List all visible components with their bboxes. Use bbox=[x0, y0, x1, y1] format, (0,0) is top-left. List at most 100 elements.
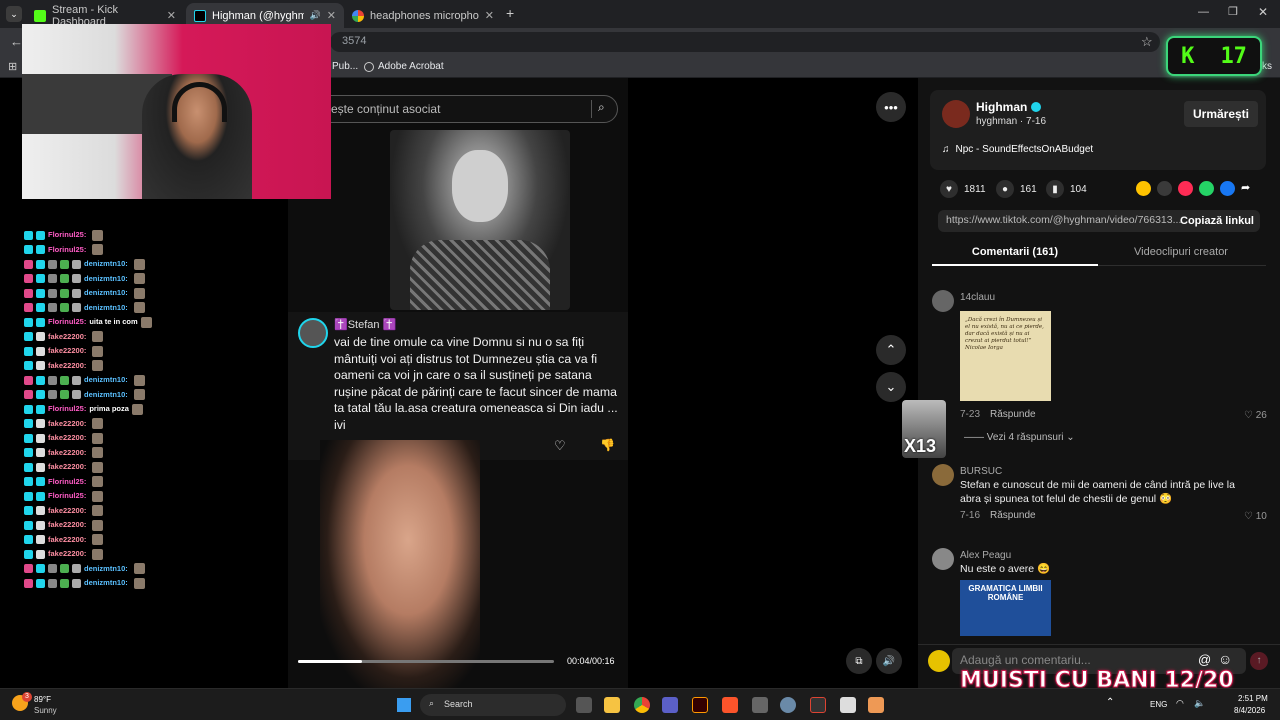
miniplayer-icon[interactable]: ⧉ bbox=[846, 648, 872, 674]
copy-link-button[interactable]: Copiază linkul bbox=[1174, 210, 1260, 232]
saves-stat[interactable]: ▮ 104 bbox=[1046, 180, 1087, 198]
chat-username[interactable]: Florinul25: bbox=[48, 315, 86, 330]
view-replies[interactable]: —— Vezi 4 răspunsuri ⌄ bbox=[964, 432, 1075, 443]
comment-image-quote[interactable]: „Dacă crezi în Dumnezeu și el nu există,… bbox=[960, 311, 1051, 401]
tab-comments[interactable]: Comentarii (161) bbox=[932, 246, 1098, 266]
share-arrow-icon[interactable]: ➦ bbox=[1241, 181, 1250, 196]
bookmark-adobe-acrobat[interactable]: Adobe Acrobat bbox=[364, 61, 444, 72]
chat-username[interactable]: fake22200: bbox=[48, 330, 86, 345]
chrome-icon[interactable] bbox=[634, 697, 650, 713]
chat-username[interactable]: denizmtn10: bbox=[84, 562, 128, 577]
chat-username[interactable]: Florinul25: bbox=[48, 475, 86, 490]
settings-icon[interactable] bbox=[780, 697, 796, 713]
comment-likes[interactable]: ♡ 26 bbox=[1244, 410, 1267, 421]
comment-user[interactable]: BURSUC bbox=[960, 466, 1002, 477]
chat-username[interactable]: fake22200: bbox=[48, 547, 86, 562]
close-window-icon[interactable]: ✕ bbox=[1258, 5, 1268, 19]
chat-username[interactable]: fake22200: bbox=[48, 518, 86, 533]
app-icon[interactable] bbox=[840, 697, 856, 713]
teams-icon[interactable] bbox=[662, 697, 678, 713]
tab-creator-videos[interactable]: Videoclipuri creator bbox=[1098, 246, 1264, 258]
clock-time[interactable]: 2:51 PM bbox=[1238, 694, 1268, 703]
chevron-down-icon[interactable]: ⌄ bbox=[876, 372, 906, 402]
comment-avatar[interactable] bbox=[932, 290, 954, 312]
url-field[interactable]: 3574 bbox=[330, 32, 1160, 52]
new-tab-plus-icon[interactable]: + bbox=[506, 5, 514, 21]
apps-grid-icon[interactable]: ⊞ bbox=[8, 60, 17, 73]
mention-icon[interactable]: @ bbox=[1198, 652, 1211, 667]
windows-start-icon[interactable] bbox=[396, 697, 412, 713]
brave-icon[interactable] bbox=[722, 697, 738, 713]
volume-tray-icon[interactable]: 🔈 bbox=[1194, 698, 1205, 709]
chat-username[interactable]: denizmtn10: bbox=[84, 373, 128, 388]
app-icon[interactable] bbox=[752, 697, 768, 713]
chevron-up-icon[interactable]: ⌃ bbox=[876, 335, 906, 365]
wifi-icon[interactable]: ◠ bbox=[1176, 698, 1184, 709]
close-icon[interactable]: ✕ bbox=[485, 9, 494, 22]
comment-user[interactable]: 14clauu bbox=[960, 292, 995, 303]
chat-username[interactable]: fake22200: bbox=[48, 504, 86, 519]
app-icon[interactable] bbox=[868, 697, 884, 713]
chat-username[interactable]: fake22200: bbox=[48, 359, 86, 374]
dislike-icon[interactable]: 👎 bbox=[600, 438, 615, 452]
send-comment-icon[interactable]: ↑ bbox=[1250, 652, 1268, 670]
taskbar-search[interactable]: ⌕ Search bbox=[420, 694, 566, 716]
comment-image-book[interactable]: GRAMATICA LIMBII ROMÂNE bbox=[960, 580, 1051, 636]
chat-username[interactable]: fake22200: bbox=[48, 431, 86, 446]
comment-avatar[interactable] bbox=[932, 464, 954, 486]
chat-username[interactable]: Florinul25: bbox=[48, 402, 86, 417]
maximize-icon[interactable]: ❐ bbox=[1228, 5, 1238, 18]
file-explorer-icon[interactable] bbox=[604, 697, 620, 713]
search-input[interactable]: ește conținut asociat bbox=[290, 95, 618, 123]
embed-icon[interactable] bbox=[1157, 181, 1172, 196]
whatsapp-icon[interactable] bbox=[1199, 181, 1214, 196]
repost-icon[interactable] bbox=[1136, 181, 1151, 196]
bookmark-star-icon[interactable]: ☆ bbox=[1141, 34, 1153, 50]
minimize-icon[interactable]: — bbox=[1198, 6, 1209, 18]
sticker-icon[interactable] bbox=[928, 650, 950, 672]
comments-stat[interactable]: ● 161 bbox=[996, 180, 1037, 198]
chat-username[interactable]: denizmtn10: bbox=[84, 576, 128, 591]
creator-name[interactable]: Highman bbox=[976, 100, 1042, 114]
reply-link[interactable]: Răspunde bbox=[990, 510, 1036, 521]
task-view-icon[interactable] bbox=[576, 697, 592, 713]
chat-username[interactable]: denizmtn10: bbox=[84, 257, 128, 272]
chat-username[interactable]: fake22200: bbox=[48, 533, 86, 548]
reply-link[interactable]: Răspunde bbox=[990, 409, 1036, 420]
illustrator-icon[interactable] bbox=[692, 697, 708, 713]
chat-username[interactable]: denizmtn10: bbox=[84, 286, 128, 301]
close-icon[interactable]: ✕ bbox=[327, 9, 336, 22]
chat-username[interactable]: denizmtn10: bbox=[84, 388, 128, 403]
tab-google-search[interactable]: headphones microphone not w ✕ bbox=[344, 3, 502, 28]
comment-avatar[interactable] bbox=[932, 548, 954, 570]
close-icon[interactable]: ✕ bbox=[167, 9, 176, 22]
search-icon[interactable]: ⌕ bbox=[591, 100, 609, 118]
following-button[interactable]: Urmărești bbox=[1184, 101, 1258, 127]
more-options-icon[interactable]: ••• bbox=[876, 92, 906, 122]
chat-username[interactable]: Florinul25: bbox=[48, 243, 86, 258]
tray-chevron-icon[interactable]: ⌃ bbox=[1106, 697, 1114, 708]
clock-date[interactable]: 8/4/2026 bbox=[1234, 706, 1265, 715]
chat-username[interactable]: fake22200: bbox=[48, 460, 86, 475]
music-row[interactable]: ♫ Npc - SoundEffectsOnABudget bbox=[942, 144, 1093, 155]
chat-username[interactable]: fake22200: bbox=[48, 417, 86, 432]
volume-icon[interactable]: 🔊 bbox=[876, 648, 902, 674]
chat-username[interactable]: denizmtn10: bbox=[84, 272, 128, 287]
creator-avatar[interactable] bbox=[942, 100, 970, 128]
app-icon[interactable] bbox=[810, 697, 826, 713]
chat-username[interactable]: fake22200: bbox=[48, 446, 86, 461]
facebook-icon[interactable] bbox=[1220, 181, 1235, 196]
chat-username[interactable]: Florinul25: bbox=[48, 228, 86, 243]
heart-icon[interactable]: ♡ bbox=[554, 438, 566, 454]
send-icon[interactable] bbox=[1178, 181, 1193, 196]
comment-avatar[interactable] bbox=[298, 318, 328, 348]
language-indicator[interactable]: ENG bbox=[1150, 700, 1167, 709]
likes-stat[interactable]: ♥ 1811 bbox=[940, 180, 986, 198]
all-bookmarks-label[interactable]: ks bbox=[1262, 61, 1272, 72]
comment-user[interactable]: Alex Peagu bbox=[960, 550, 1011, 561]
chat-username[interactable]: fake22200: bbox=[48, 344, 86, 359]
chat-username[interactable]: denizmtn10: bbox=[84, 301, 128, 316]
speaker-icon[interactable]: 🔊 bbox=[310, 10, 321, 21]
chat-username[interactable]: Florinul25: bbox=[48, 489, 86, 504]
emoji-icon[interactable]: ☺ bbox=[1218, 651, 1232, 667]
